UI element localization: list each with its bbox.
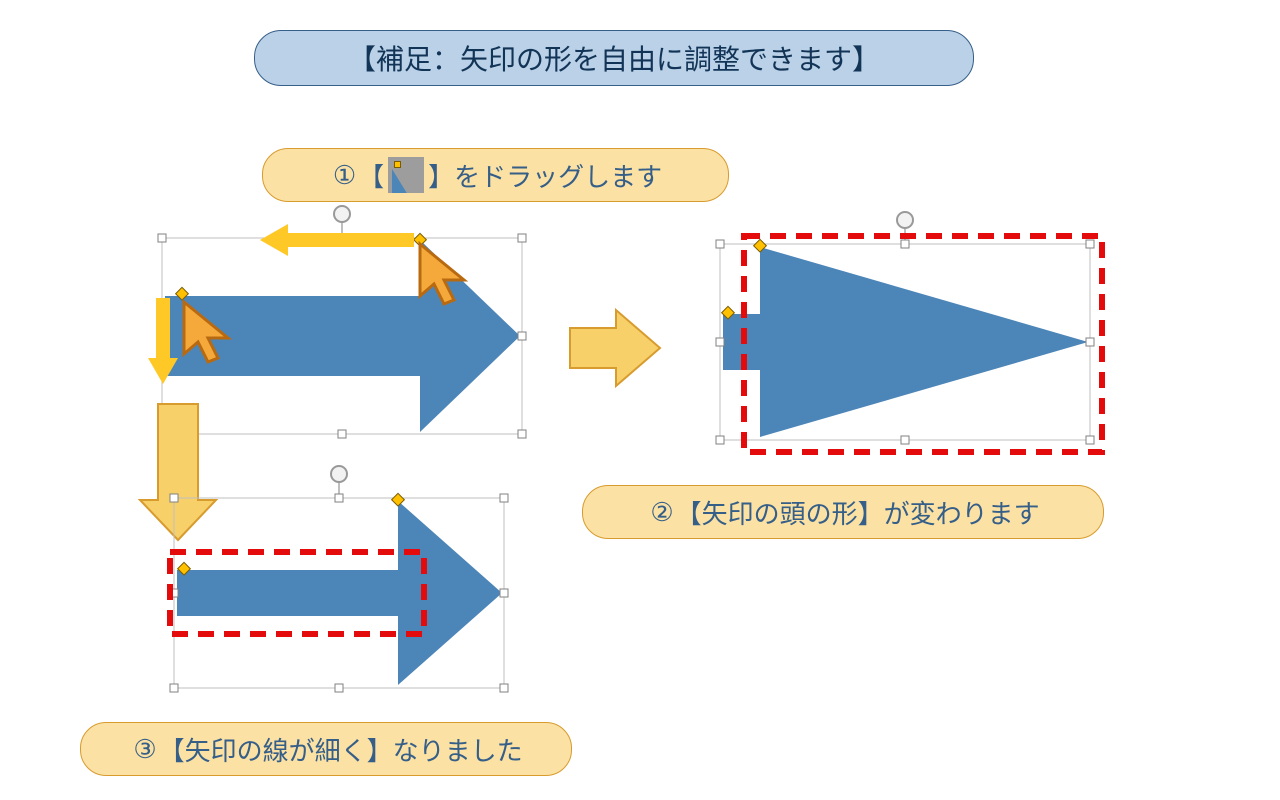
rotation-handle-icon[interactable] [897, 212, 913, 228]
panel-headshape-result [716, 212, 1102, 452]
diagram-canvas [0, 0, 1280, 800]
transition-arrow-down-icon [140, 404, 216, 540]
transition-arrow-right-icon [570, 310, 660, 386]
drag-left-arrow-icon [260, 224, 414, 256]
rotation-handle-icon[interactable] [331, 466, 347, 482]
blue-arrow-widehead[interactable] [723, 247, 1088, 437]
rotation-handle-icon[interactable] [334, 206, 350, 222]
blue-arrow-thinbody[interactable] [177, 501, 502, 685]
panel-thinbody-result [170, 466, 508, 692]
panel-original-arrow [148, 206, 526, 438]
